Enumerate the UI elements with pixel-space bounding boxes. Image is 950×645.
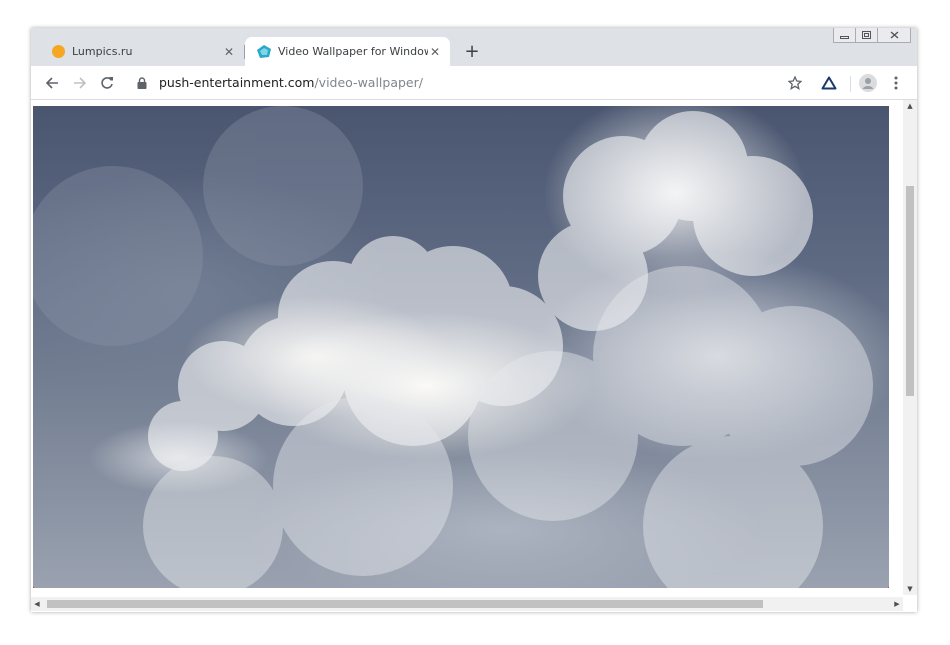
back-arrow-icon[interactable] xyxy=(41,72,63,94)
forward-arrow-icon[interactable] xyxy=(69,72,91,94)
kebab-menu-icon[interactable] xyxy=(885,72,907,94)
star-icon[interactable] xyxy=(784,72,806,94)
avatar-icon[interactable] xyxy=(857,72,879,94)
cloud-video-wallpaper[interactable] xyxy=(33,106,889,588)
scroll-right-icon[interactable]: ▶ xyxy=(891,597,903,611)
red-highlight-frame xyxy=(33,106,889,588)
vertical-scrollbar[interactable]: ▲ ▼ xyxy=(903,100,917,595)
restore-icon[interactable] xyxy=(855,28,878,43)
vertical-scroll-thumb[interactable] xyxy=(906,186,914,396)
scroll-down-icon[interactable]: ▼ xyxy=(903,583,917,595)
tab-close-icon[interactable]: ✕ xyxy=(428,45,442,59)
tab-strip: Lumpics.ru ✕ Video Wallpaper for Windows… xyxy=(31,28,917,66)
triangle-extension-icon[interactable] xyxy=(818,72,840,94)
tab-title: Lumpics.ru xyxy=(72,45,133,58)
scroll-up-icon[interactable]: ▲ xyxy=(903,100,917,112)
tab-close-icon[interactable]: ✕ xyxy=(222,45,236,59)
minimize-icon[interactable] xyxy=(833,28,856,43)
address-bar[interactable]: push-entertainment.com/video-wallpaper/ xyxy=(131,69,821,96)
new-tab-plus-icon[interactable]: + xyxy=(461,41,483,63)
url-path: /video-wallpaper/ xyxy=(314,75,423,90)
reload-icon[interactable] xyxy=(96,72,118,94)
lock-icon xyxy=(137,76,151,90)
horizontal-scroll-thumb[interactable] xyxy=(47,600,763,608)
tab-lumpics[interactable]: Lumpics.ru ✕ xyxy=(39,37,244,66)
push-entertainment-favicon-icon xyxy=(257,44,271,59)
url-host: push-entertainment.com xyxy=(159,75,315,90)
toolbar-divider xyxy=(850,76,851,92)
browser-window: Lumpics.ru ✕ Video Wallpaper for Windows… xyxy=(31,28,917,612)
tab-video-wallpaper[interactable]: Video Wallpaper for Windows 10 ✕ xyxy=(245,37,450,66)
horizontal-scrollbar[interactable]: ◀ ▶ xyxy=(31,597,903,611)
lumpics-favicon-icon xyxy=(51,45,65,59)
window-controls xyxy=(833,28,911,43)
scroll-left-icon[interactable]: ◀ xyxy=(31,597,43,611)
toolbar: push-entertainment.com/video-wallpaper/ xyxy=(31,66,917,100)
close-icon[interactable] xyxy=(877,28,911,43)
page-viewport: ▲ ▼ ◀ ▶ xyxy=(31,100,917,612)
tab-title: Video Wallpaper for Windows 10 xyxy=(278,45,428,58)
